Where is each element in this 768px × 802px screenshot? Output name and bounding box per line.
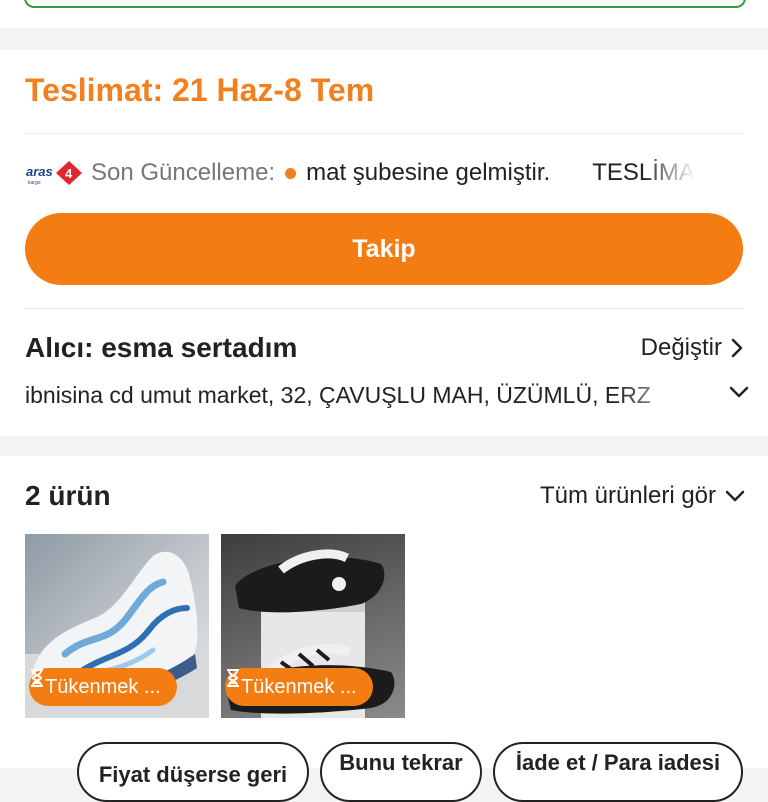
chevron-right-icon: [731, 338, 743, 358]
chevron-down-icon[interactable]: [728, 384, 750, 400]
delivery-card: Teslimat: 21 Haz-8 Tem aras kargo 4 Son …: [0, 50, 768, 436]
price-drop-refund-button[interactable]: Fiyat düşerse geri: [77, 742, 309, 802]
recipient-name: Alıcı: esma sertadım: [25, 332, 298, 363]
low-stock-badge: Tükenmek ...: [225, 668, 373, 706]
previous-card-outline: [24, 0, 746, 8]
svg-text:kargo: kargo: [28, 180, 41, 186]
divider: [25, 308, 743, 309]
change-address-label: Değiştir: [640, 334, 722, 361]
hourglass-icon: [31, 669, 43, 687]
product-thumbnail[interactable]: Tükenmek ...: [221, 534, 405, 718]
product-thumbnail[interactable]: Tükenmek ...: [25, 534, 209, 718]
chevron-down-icon: [725, 490, 745, 502]
see-all-label: Tüm ürünleri gör: [539, 482, 716, 509]
status-dot-icon: [285, 167, 297, 179]
track-button[interactable]: Takip: [25, 213, 743, 285]
products-card: 2 ürün Tüm ürünleri gör Tükenmek ... Tük…: [0, 456, 768, 802]
previous-section: [0, 0, 768, 28]
see-all-products-button[interactable]: Tüm ürünleri gör: [540, 482, 746, 510]
tracking-message-next: TESLİMA: [592, 159, 695, 186]
svg-text:aras: aras: [26, 164, 53, 179]
product-count: 2 ürün: [25, 480, 111, 511]
hourglass-icon: [227, 669, 239, 687]
tracking-status-row[interactable]: aras kargo 4 Son Güncelleme: mat şubesin…: [25, 152, 743, 194]
change-address-button[interactable]: Değiştir: [641, 334, 744, 362]
return-refund-button[interactable]: İade et / Para iadesi: [493, 742, 743, 802]
low-stock-badge: Tükenmek ...: [29, 668, 177, 706]
low-stock-label: Tükenmek ...: [241, 675, 357, 698]
delivery-estimate: Teslimat: 21 Haz-8 Tem: [25, 72, 375, 108]
low-stock-label: Tükenmek ...: [45, 675, 161, 698]
svg-text:4: 4: [65, 166, 73, 181]
tracking-message: mat şubesine gelmiştir.: [306, 159, 551, 186]
divider: [25, 133, 743, 134]
recipient-address: ibnisina cd umut market, 32, ÇAVUŞLU MAH…: [25, 382, 651, 408]
last-update-label: Son Güncelleme:: [91, 159, 276, 186]
buy-again-button[interactable]: Bunu tekrar: [320, 742, 482, 802]
aras-kargo-logo-icon: aras kargo 4: [26, 161, 82, 186]
